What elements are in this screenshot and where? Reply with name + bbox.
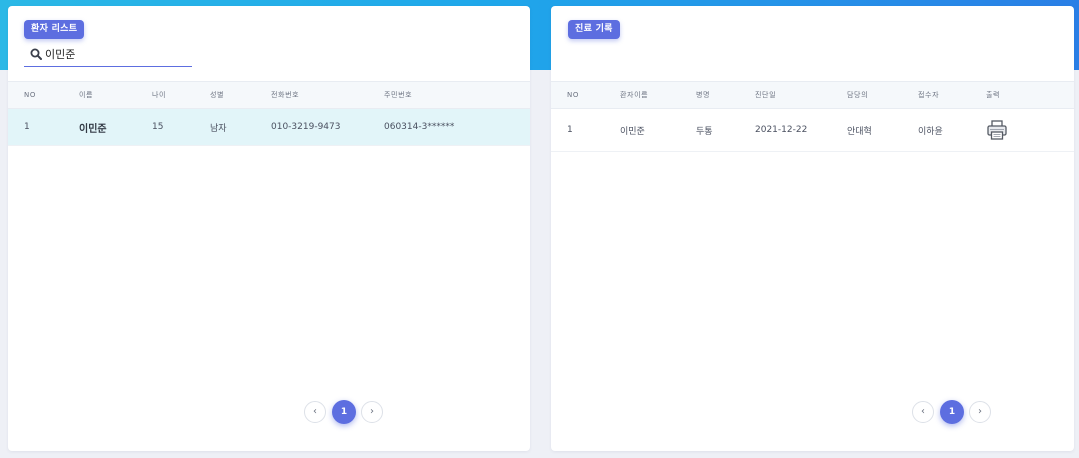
cell-age: 15: [152, 108, 210, 146]
cell-gender: 남자: [210, 108, 271, 146]
patient-search[interactable]: [24, 44, 192, 67]
cell-date: 2021-12-22: [755, 108, 847, 152]
treatment-records-badge: 진료 기록: [568, 20, 620, 39]
column-header-doctor[interactable]: 담당의: [847, 81, 918, 109]
patient-table: NO 이름 나이 성별 전화번호 주민번호 1 이민준 15 남자 010-32…: [8, 81, 530, 146]
column-header-receptionist[interactable]: 접수자: [918, 81, 986, 109]
column-header-date[interactable]: 진단일: [755, 81, 847, 109]
column-header-no[interactable]: NO: [567, 81, 620, 109]
prev-page-button[interactable]: ‹: [304, 401, 326, 423]
cell-no: 1: [567, 108, 620, 152]
column-header-gender[interactable]: 성별: [210, 81, 271, 109]
patient-list-badge: 환자 리스트: [24, 20, 85, 39]
records-table: NO 환자이름 병명 진단일 담당의 접수자 출력 1 이민준 두통 2021-…: [551, 81, 1074, 152]
cell-patient-name: 이민준: [620, 108, 696, 152]
cell-print: [986, 108, 1074, 152]
patient-list-card: 환자 리스트 NO 이름 나이 성별 전화번호 주민번호: [8, 6, 530, 451]
table-header-row: NO 이름 나이 성별 전화번호 주민번호: [8, 81, 530, 109]
table-row[interactable]: 1 이민준 15 남자 010-3219-9473 060314-3******: [8, 108, 530, 146]
next-page-button[interactable]: ›: [969, 401, 991, 423]
cell-disease: 두통: [696, 108, 755, 152]
records-pagination: ‹ 1 ›: [912, 400, 994, 424]
patient-pagination: ‹ 1 ›: [304, 400, 386, 424]
table-row[interactable]: 1 이민준 두통 2021-12-22 안대혁 이하윤: [551, 108, 1074, 152]
table-header-row: NO 환자이름 병명 진단일 담당의 접수자 출력: [551, 81, 1074, 109]
cell-phone: 010-3219-9473: [271, 108, 384, 146]
search-input[interactable]: [45, 45, 185, 63]
column-header-disease[interactable]: 병명: [696, 81, 755, 109]
cell-rrn: 060314-3******: [384, 108, 530, 146]
search-icon: [30, 48, 42, 60]
column-header-no[interactable]: NO: [24, 81, 79, 109]
cell-name: 이민준: [79, 108, 152, 146]
column-header-name[interactable]: 이름: [79, 81, 152, 109]
cell-doctor: 안대혁: [847, 108, 918, 152]
treatment-records-card: 진료 기록 NO 환자이름 병명 진단일 담당의 접수자 출력 1 이민준 두통…: [551, 6, 1074, 451]
page-1-button[interactable]: 1: [940, 400, 964, 424]
column-header-phone[interactable]: 전화번호: [271, 81, 384, 109]
cell-receptionist: 이하윤: [918, 108, 986, 152]
column-header-rrn[interactable]: 주민번호: [384, 81, 530, 109]
column-header-age[interactable]: 나이: [152, 81, 210, 109]
printer-icon[interactable]: [986, 119, 1008, 141]
prev-page-button[interactable]: ‹: [912, 401, 934, 423]
next-page-button[interactable]: ›: [361, 401, 383, 423]
column-header-print[interactable]: 출력: [986, 81, 1074, 109]
column-header-patient-name[interactable]: 환자이름: [620, 81, 696, 109]
page-1-button[interactable]: 1: [332, 400, 356, 424]
cell-no: 1: [24, 108, 79, 146]
